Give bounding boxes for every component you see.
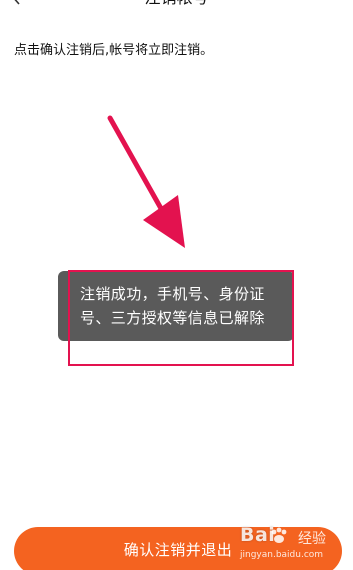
toast-line-2: 号、三方授权等信息已解除 xyxy=(80,309,265,327)
toast-message: 注销成功，手机号、身份证 号、三方授权等信息已解除 xyxy=(58,271,294,341)
page: 注销帐号 点击确认注销后,帐号将立即注销。 注销成功，手机号、身份证 号、三方授… xyxy=(0,0,353,570)
confirm-logout-button[interactable]: 确认注销并退出 xyxy=(14,527,342,570)
toast-line-1: 注销成功，手机号、身份证 xyxy=(80,285,265,303)
description-text: 点击确认注销后,帐号将立即注销。 xyxy=(14,43,214,58)
page-title: 注销帐号 xyxy=(0,0,353,10)
top-bar: 注销帐号 xyxy=(0,0,353,14)
